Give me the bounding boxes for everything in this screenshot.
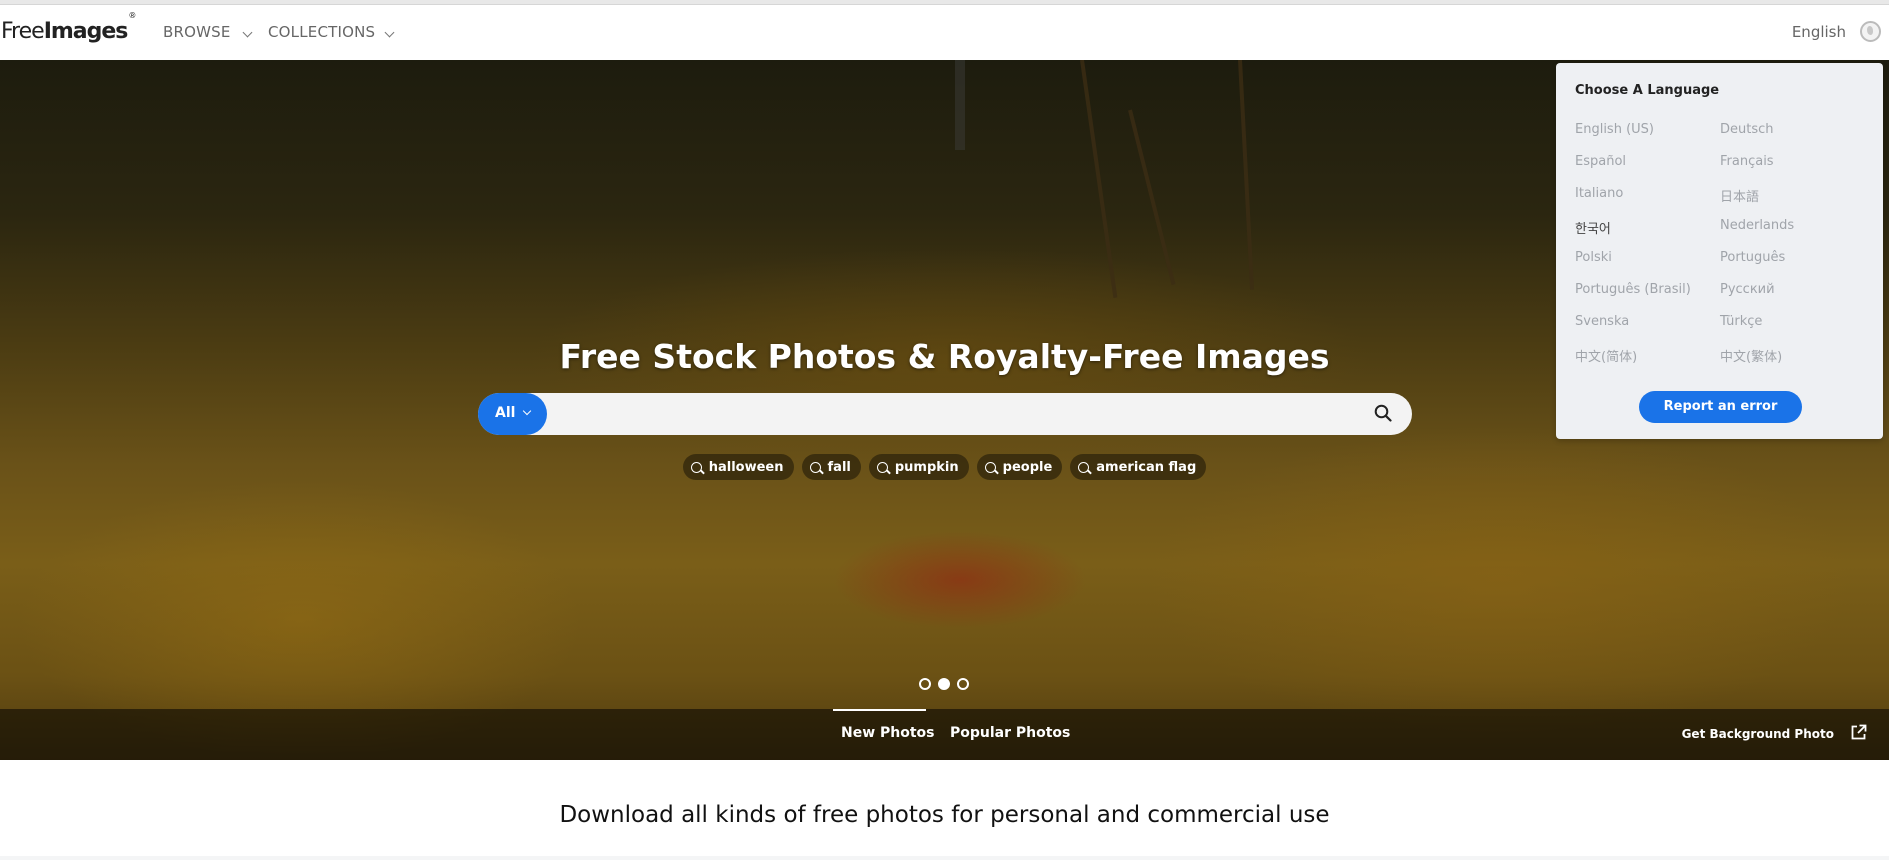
tag-label: halloween — [708, 459, 784, 475]
tag-halloween[interactable]: halloween — [682, 454, 794, 480]
tag-fall[interactable]: fall — [801, 454, 861, 480]
language-option-svenska[interactable]: Svenska — [1575, 314, 1629, 329]
logo-text-light: Free — [1, 19, 45, 44]
suggested-tags: halloween fall pumpkin people american f… — [0, 454, 1889, 480]
get-background-photo-link[interactable]: Get Background Photo — [1682, 727, 1834, 741]
language-option-portugues[interactable]: Português — [1720, 250, 1785, 265]
carousel-dot-3[interactable] — [957, 678, 969, 690]
tab-new-photos[interactable]: New Photos — [841, 725, 935, 741]
search-icon[interactable] — [1374, 404, 1392, 422]
language-option-chinese-traditional[interactable]: 中文(繁体) — [1720, 346, 1782, 365]
language-option-chinese-simplified[interactable]: 中文(简体) — [1575, 346, 1637, 365]
search-icon — [809, 461, 821, 473]
language-option-deutsch[interactable]: Deutsch — [1720, 122, 1774, 137]
chevron-down-icon — [522, 406, 532, 416]
language-option-english-us[interactable]: English (US) — [1575, 122, 1654, 137]
tab-popular-photos[interactable]: Popular Photos — [950, 725, 1070, 741]
nav-collections[interactable]: COLLECTIONS — [268, 23, 375, 41]
tag-pumpkin[interactable]: pumpkin — [868, 454, 969, 480]
language-option-turkce[interactable]: Türkçe — [1720, 314, 1762, 329]
search-icon — [690, 461, 702, 473]
background-branch — [1080, 60, 1118, 298]
language-option-japanese[interactable]: 日本語 — [1720, 186, 1759, 205]
tag-label: american flag — [1096, 459, 1197, 475]
nav-browse[interactable]: BROWSE — [163, 23, 231, 41]
search-icon — [984, 461, 996, 473]
language-option-italiano[interactable]: Italiano — [1575, 186, 1623, 201]
background-tree-trunk — [955, 60, 965, 150]
language-toggle[interactable]: English — [1792, 23, 1846, 41]
tag-label: fall — [827, 459, 851, 475]
active-tab-indicator — [833, 709, 926, 711]
carousel-dot-1[interactable] — [919, 678, 931, 690]
freeimages-logo[interactable]: FreeImages® — [1, 11, 136, 44]
search-filter-label: All — [495, 405, 516, 421]
language-option-portugues-brasil[interactable]: Português (Brasil) — [1575, 282, 1691, 297]
language-option-korean[interactable]: 한국어 — [1575, 218, 1611, 237]
language-dropdown: Choose A Language English (US) Deutsch E… — [1556, 63, 1883, 439]
search-icon — [1078, 461, 1090, 473]
language-option-russian[interactable]: Русский — [1720, 282, 1775, 297]
tag-people[interactable]: people — [976, 454, 1063, 480]
language-option-espanol[interactable]: Español — [1575, 154, 1626, 169]
background-branch — [1238, 60, 1255, 290]
section-divider — [0, 856, 1889, 860]
site-header: FreeImages® BROWSE COLLECTIONS English — [0, 5, 1889, 60]
language-option-francais[interactable]: Français — [1720, 154, 1774, 169]
language-option-polski[interactable]: Polski — [1575, 250, 1612, 265]
logo-registered-mark: ® — [128, 10, 136, 20]
carousel-dots — [919, 678, 969, 690]
external-link-icon[interactable] — [1850, 724, 1867, 741]
tag-label: pumpkin — [894, 459, 959, 475]
chevron-down-icon[interactable] — [242, 27, 253, 38]
language-option-nederlands[interactable]: Nederlands — [1720, 218, 1794, 233]
search-icon — [876, 461, 888, 473]
background-branch — [1128, 109, 1176, 286]
report-error-button[interactable]: Report an error — [1639, 391, 1802, 423]
page-tagline: Download all kinds of free photos for pe… — [559, 802, 1330, 828]
tag-american-flag[interactable]: american flag — [1070, 454, 1207, 480]
hero-tab-bar: New Photos Popular Photos Get Background… — [0, 709, 1889, 760]
search-filter-dropdown[interactable]: All — [478, 393, 547, 435]
search-input[interactable] — [558, 393, 1348, 435]
carousel-dot-2[interactable] — [938, 678, 950, 690]
tag-label: people — [1002, 459, 1053, 475]
chevron-down-icon[interactable] — [384, 27, 395, 38]
globe-icon[interactable] — [1860, 21, 1881, 42]
logo-text-bold: Images — [43, 19, 129, 44]
search-bar: All — [478, 393, 1412, 435]
language-menu-title: Choose A Language — [1575, 83, 1720, 98]
